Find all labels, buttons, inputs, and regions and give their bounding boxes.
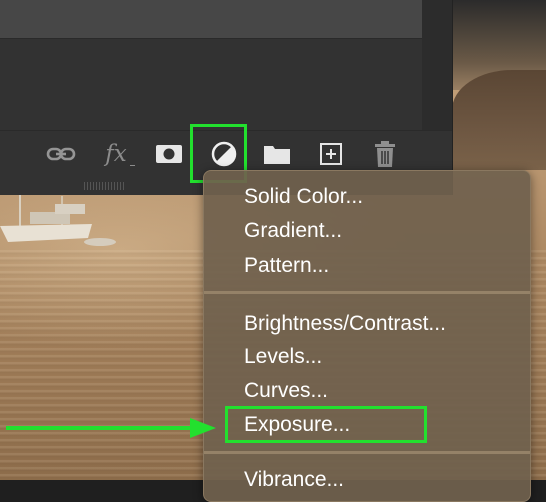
menu-item-solid-color[interactable]: Solid Color... — [244, 181, 363, 213]
layer-row[interactable] — [0, 0, 422, 39]
new-layer-icon[interactable] — [317, 140, 345, 168]
fx-icon[interactable]: fx — [101, 140, 135, 168]
menu-item-curves[interactable]: Curves... — [244, 375, 328, 407]
exposure-highlight — [225, 406, 427, 443]
menu-separator — [204, 291, 530, 294]
menu-item-pattern[interactable]: Pattern... — [244, 250, 329, 282]
panel-resize-grip[interactable] — [84, 182, 124, 190]
sailboat-image — [0, 190, 116, 246]
menu-item-levels[interactable]: Levels... — [244, 341, 322, 373]
mask-icon[interactable] — [155, 140, 183, 168]
fx-label: fx — [105, 141, 127, 167]
pointer-arrow-icon — [6, 418, 216, 438]
link-layers-icon[interactable] — [45, 140, 77, 168]
hillside — [452, 70, 546, 170]
trash-icon[interactable] — [371, 140, 399, 168]
menu-separator — [204, 451, 530, 454]
menu-item-brightness-contrast[interactable]: Brightness/Contrast... — [244, 308, 446, 340]
menu-item-vibrance[interactable]: Vibrance... — [244, 464, 344, 496]
group-folder-icon[interactable] — [263, 140, 291, 168]
panel-scroll-area[interactable] — [422, 0, 452, 130]
menu-item-gradient[interactable]: Gradient... — [244, 215, 342, 247]
adjustment-layer-menu: Solid Color... Gradient... Pattern... Br… — [203, 170, 531, 502]
